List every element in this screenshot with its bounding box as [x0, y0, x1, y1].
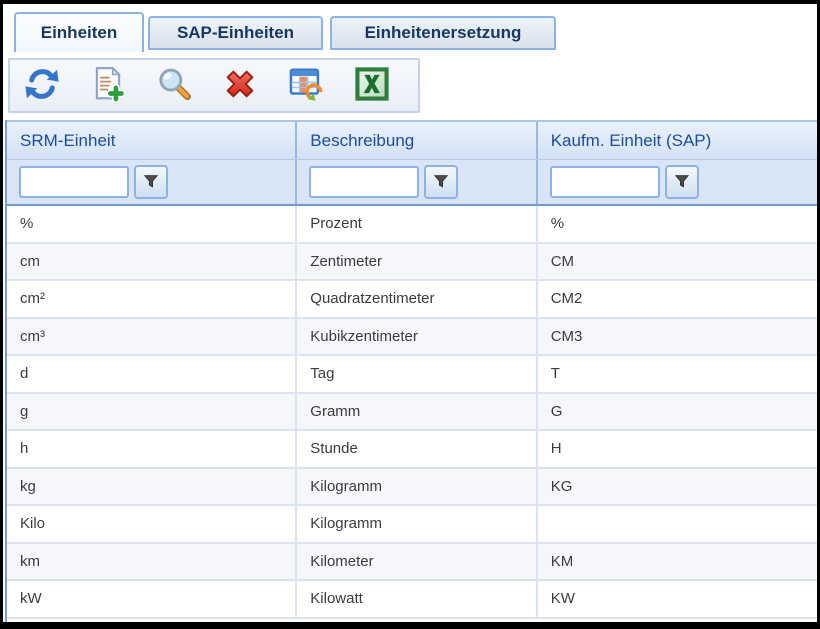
- table-row[interactable]: %Prozent%: [7, 206, 817, 244]
- filter-input-srm-einheit[interactable]: [19, 166, 129, 198]
- table-cell: Gramm: [297, 394, 537, 430]
- table-body: %Prozent%cmZentimeterCMcm²Quadratzentime…: [7, 206, 817, 619]
- filter-row: [7, 160, 817, 206]
- table-row[interactable]: kWKilowattKW: [7, 581, 817, 619]
- table-cell: Kilo: [7, 506, 297, 542]
- funnel-icon: [673, 172, 691, 193]
- filter-input-beschreibung[interactable]: [309, 166, 419, 198]
- table-cell: Stunde: [297, 431, 537, 467]
- table-export-icon: [287, 65, 325, 106]
- table-header-row: SRM-Einheit Beschreibung Kaufm. Einheit …: [7, 120, 817, 160]
- table-row[interactable]: KiloKilogramm: [7, 506, 817, 544]
- table-cell: G: [538, 394, 817, 430]
- funnel-icon: [142, 172, 160, 193]
- table-cell: Kilometer: [297, 544, 537, 580]
- table-row[interactable]: dTagT: [7, 356, 817, 394]
- column-header-kaufm-einheit[interactable]: Kaufm. Einheit (SAP): [538, 122, 817, 159]
- tab-label: Einheitenersetzung: [365, 23, 522, 43]
- table-row[interactable]: cm²QuadratzentimeterCM2: [7, 281, 817, 319]
- table-cell: Kubikzentimeter: [297, 319, 537, 355]
- tab-einheiten[interactable]: Einheiten: [14, 12, 144, 52]
- tab-einheitenersetzung[interactable]: Einheitenersetzung: [330, 16, 556, 50]
- table-cell: %: [538, 206, 817, 242]
- filter-cell: [297, 160, 537, 204]
- new-entry-button[interactable]: [86, 64, 130, 108]
- tab-label: SAP-Einheiten: [177, 23, 294, 43]
- filter-button-kaufm-einheit[interactable]: [665, 165, 699, 199]
- table-cell: h: [7, 431, 297, 467]
- tab-label: Einheiten: [41, 23, 118, 43]
- tab-sap-einheiten[interactable]: SAP-Einheiten: [148, 16, 323, 50]
- refresh-button[interactable]: [20, 64, 64, 108]
- new-document-icon: [89, 65, 127, 106]
- table-cell: cm³: [7, 319, 297, 355]
- table-row[interactable]: kgKilogrammKG: [7, 469, 817, 507]
- table-cell: H: [538, 431, 817, 467]
- table-cell: Kilogramm: [297, 506, 537, 542]
- table-cell: [538, 506, 817, 542]
- table-cell: Kilowatt: [297, 581, 537, 617]
- table-cell: km: [7, 544, 297, 580]
- column-header-srm-einheit[interactable]: SRM-Einheit: [7, 122, 297, 159]
- table-cell: CM: [538, 244, 817, 280]
- toolbar: [8, 58, 420, 113]
- excel-icon: [353, 65, 391, 106]
- filter-button-beschreibung[interactable]: [424, 165, 458, 199]
- table-row[interactable]: cmZentimeterCM: [7, 244, 817, 282]
- units-table: SRM-Einheit Beschreibung Kaufm. Einheit …: [5, 120, 817, 622]
- search-icon: [155, 65, 193, 106]
- table-cell: Kilogramm: [297, 469, 537, 505]
- refresh-icon: [23, 65, 61, 106]
- search-button[interactable]: [152, 64, 196, 108]
- export-excel-button[interactable]: [350, 64, 394, 108]
- table-cell: g: [7, 394, 297, 430]
- table-cell: KG: [538, 469, 817, 505]
- table-row[interactable]: gGrammG: [7, 394, 817, 432]
- table-row[interactable]: hStundeH: [7, 431, 817, 469]
- delete-button[interactable]: [218, 64, 262, 108]
- funnel-icon: [432, 172, 450, 193]
- window-content: Einheiten SAP-Einheiten Einheitenersetzu…: [3, 4, 817, 622]
- filter-input-kaufm-einheit[interactable]: [550, 166, 660, 198]
- table-cell: KM: [538, 544, 817, 580]
- table-cell: d: [7, 356, 297, 392]
- einheiten-window: Einheiten SAP-Einheiten Einheitenersetzu…: [0, 0, 820, 629]
- table-cell: CM3: [538, 319, 817, 355]
- table-cell: Tag: [297, 356, 537, 392]
- table-cell: T: [538, 356, 817, 392]
- table-cell: Zentimeter: [297, 244, 537, 280]
- table-cell: Quadratzentimeter: [297, 281, 537, 317]
- delete-x-icon: [221, 65, 259, 106]
- table-cell: CM2: [538, 281, 817, 317]
- table-cell: kg: [7, 469, 297, 505]
- table-row[interactable]: cm³KubikzentimeterCM3: [7, 319, 817, 357]
- filter-cell: [538, 160, 817, 204]
- table-cell: kW: [7, 581, 297, 617]
- column-header-beschreibung[interactable]: Beschreibung: [297, 122, 537, 159]
- table-row[interactable]: kmKilometerKM: [7, 544, 817, 582]
- table-cell: Prozent: [297, 206, 537, 242]
- filter-cell: [7, 160, 297, 204]
- table-cell: cm: [7, 244, 297, 280]
- table-cell: cm²: [7, 281, 297, 317]
- table-cell: %: [7, 206, 297, 242]
- export-table-button[interactable]: [284, 64, 328, 108]
- filter-button-srm-einheit[interactable]: [134, 165, 168, 199]
- table-cell: KW: [538, 581, 817, 617]
